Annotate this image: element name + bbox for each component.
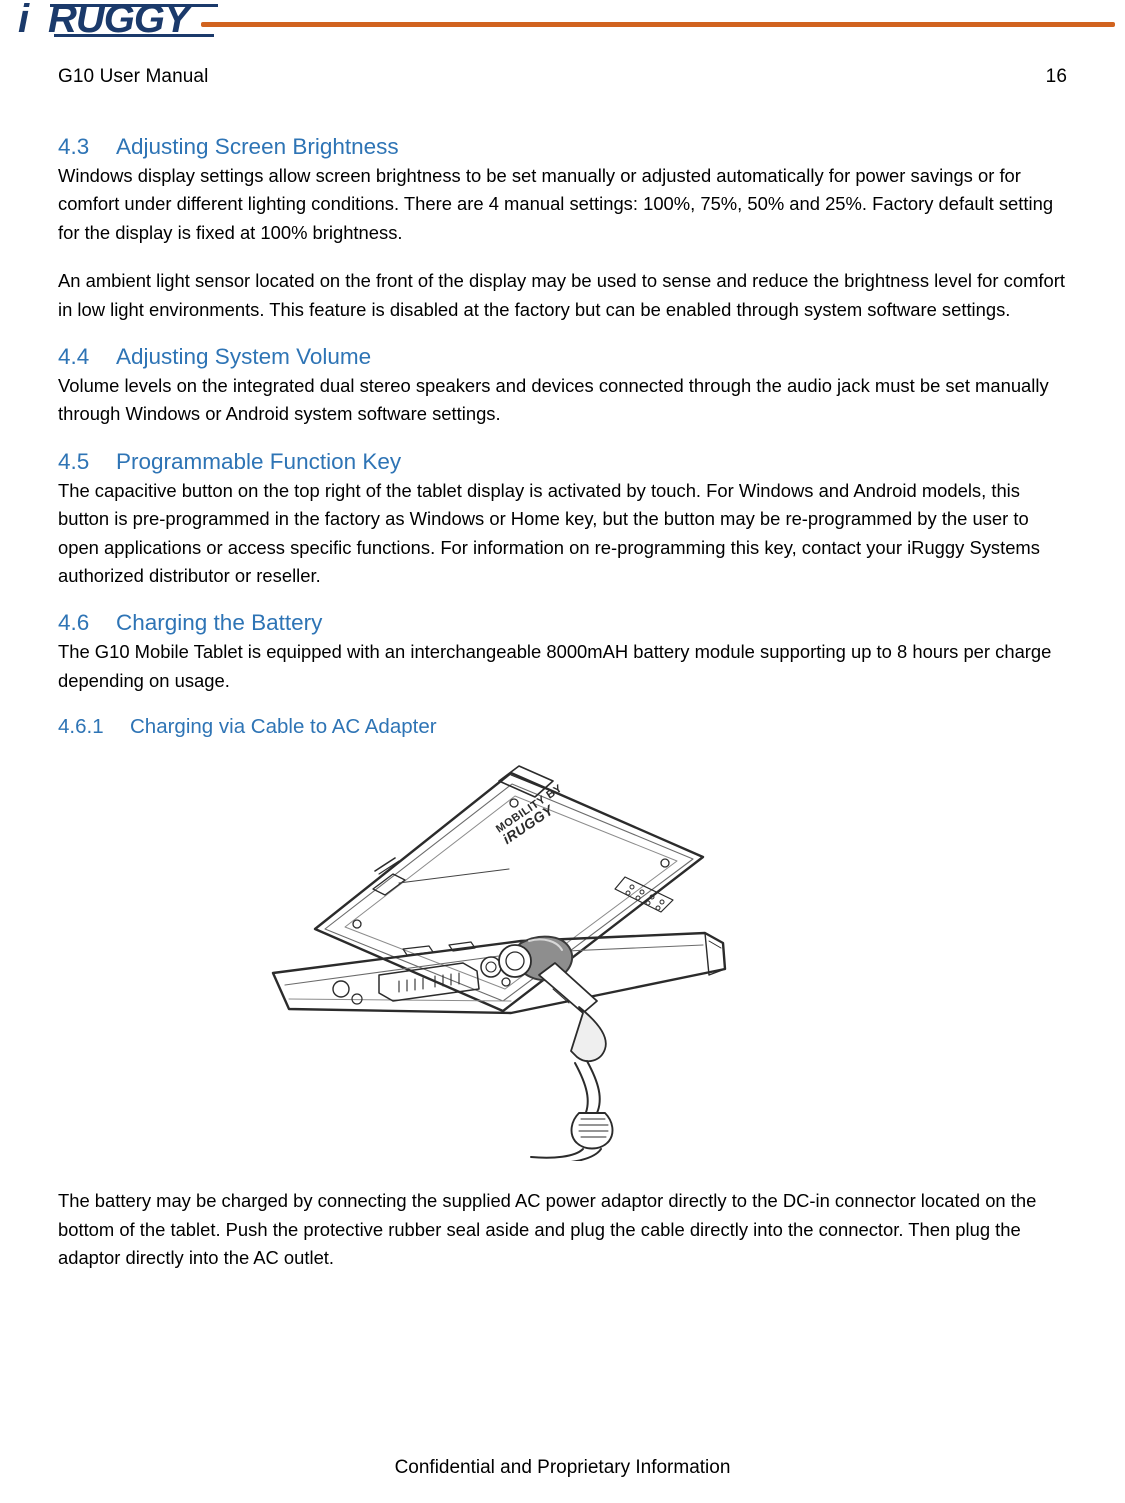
document-page: RUGGY i G10 User Manual 16 4.3 Adjusting… <box>0 0 1125 1503</box>
subsection-title: Charging via Cable to AC Adapter <box>130 715 437 739</box>
section-title: Adjusting Screen Brightness <box>116 134 399 159</box>
subsection-heading-4-6-1: 4.6.1 Charging via Cable to AC Adapter <box>58 715 1067 739</box>
paragraph-4-6-1: The G10 Mobile Tablet is equipped with a… <box>58 641 1052 691</box>
section-heading-4-4: 4.4 Adjusting System Volume <box>58 344 1067 370</box>
section-number: 4.3 <box>58 134 90 159</box>
subsection-number: 4.6.1 <box>58 715 104 739</box>
page-number: 16 <box>1045 66 1067 87</box>
svg-text:i: i <box>18 0 30 41</box>
section-number: 4.6 <box>58 610 90 636</box>
document-content: 4.3 Adjusting Screen Brightness Windows … <box>58 134 1067 1273</box>
section-title: Adjusting System Volume <box>116 344 372 370</box>
section-number: 4.4 <box>58 344 90 370</box>
section-heading-4-6: 4.6 Charging the Battery <box>58 610 1067 636</box>
section-title: Programmable Function Key <box>116 448 402 474</box>
section-title: Charging the Battery <box>116 610 323 636</box>
document-title: G10 User Manual <box>58 66 209 87</box>
figure-charging-cable: MOBILITY BY iRUGGY <box>58 761 1067 1162</box>
header-rule-orange <box>201 22 1115 27</box>
closing-paragraph: The battery may be charged by connecting… <box>58 1190 1037 1269</box>
running-head: G10 User Manual 16 <box>58 66 1067 88</box>
section-heading-4-3: 4.3 Adjusting Screen Brightness <box>58 134 1067 160</box>
paragraph-4-3-1: Windows display settings allow screen br… <box>58 165 1054 243</box>
section-number: 4.5 <box>58 448 90 474</box>
paragraph-4-3-2: An ambient light sensor located on the f… <box>58 270 1065 320</box>
paragraph-4-4-1: Volume levels on the integrated dual ste… <box>58 375 1049 425</box>
paragraph-4-5-1: The capacitive button on the top right o… <box>58 479 1040 587</box>
page-header: RUGGY i <box>18 0 1115 54</box>
page-footer: Confidential and Proprietary Information <box>394 1457 731 1478</box>
section-heading-4-5: 4.5 Programmable Function Key <box>58 449 1067 475</box>
